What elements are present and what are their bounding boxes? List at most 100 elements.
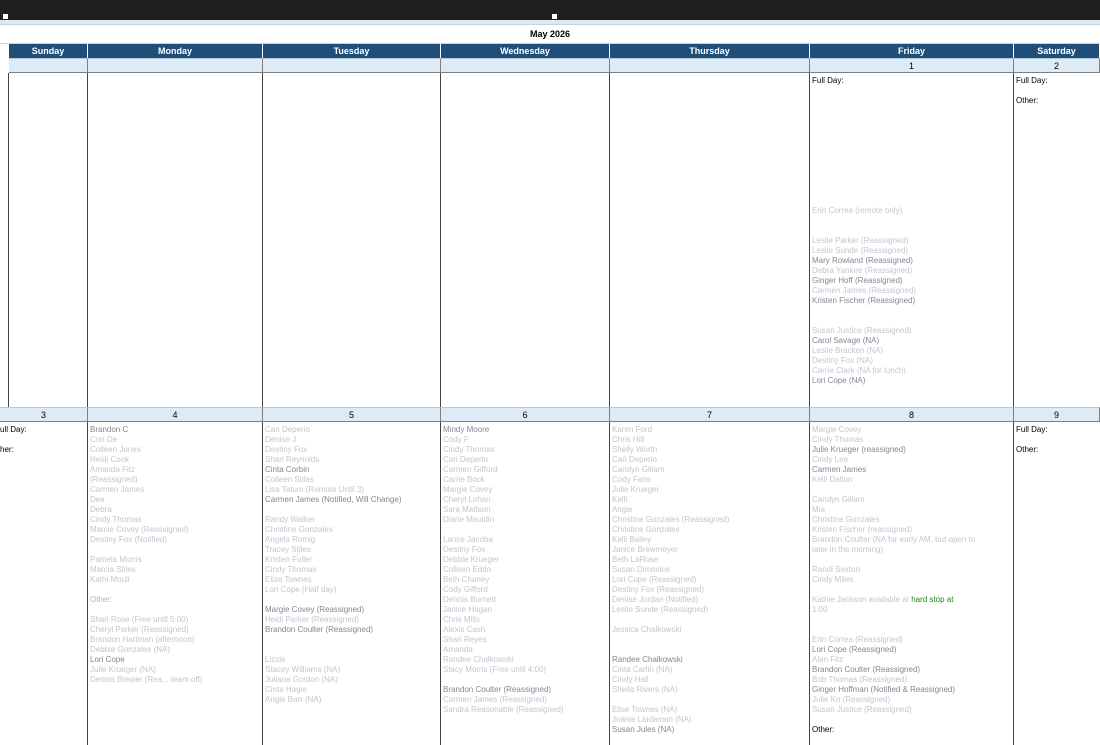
schedule-entry: Kristen Fischer (reassigned) xyxy=(812,525,913,534)
schedule-entry: Kristen Fischer (Reassigned) xyxy=(812,296,916,305)
day-cell-sunday-3[interactable]: ull Day: her: xyxy=(0,422,88,745)
schedule-entry: Beth LaRose xyxy=(612,555,659,564)
schedule-entry: Julie Krueger xyxy=(612,485,660,494)
schedule-entry: Julie Ko (Reassigned) xyxy=(812,695,891,704)
day-number[interactable]: 4 xyxy=(88,407,263,422)
day-number[interactable] xyxy=(88,58,263,73)
schedule-entry: Randy Walker xyxy=(265,515,315,524)
day-cell-wednesday-6[interactable]: Mindy Moore Cody F Cindy Thomas Cari Dep… xyxy=(441,422,610,745)
schedule-entry: Cindy Thomas xyxy=(443,445,495,454)
schedule-entry: Carmen James (Reassigned) xyxy=(812,286,917,295)
schedule-entry: Shari Rose (Free until 5:00) xyxy=(90,615,189,624)
schedule-entry: Lori Cope (Reassigned) xyxy=(812,645,897,654)
day-number[interactable]: 5 xyxy=(263,407,441,422)
day-number[interactable]: 3 xyxy=(0,407,88,422)
schedule-entry: Christine Gonzales xyxy=(265,525,333,534)
day-number[interactable]: 1 xyxy=(810,58,1014,73)
day-number[interactable] xyxy=(9,58,88,73)
day-cell-thursday-7[interactable]: Karen Ford Chris Hill Shelly Worth Cari … xyxy=(610,422,810,745)
schedule-entry: Destiny Fox (NA) xyxy=(812,356,873,365)
window-top-bar xyxy=(0,0,1100,20)
day-cell-saturday-2[interactable]: Full Day: Other: xyxy=(1014,73,1100,407)
weekday-wednesday: Wednesday xyxy=(441,44,610,58)
day-cell-empty[interactable] xyxy=(88,73,263,407)
schedule-entry: Shelly Worth xyxy=(612,445,658,454)
day-number[interactable]: 9 xyxy=(1014,407,1100,422)
day-number[interactable]: 7 xyxy=(610,407,810,422)
spreadsheet-calendar: May 2026 Sunday Monday Tuesday Wednesday… xyxy=(0,20,1100,745)
schedule-entry: Carmen James (Notified, Will Change) xyxy=(265,495,402,504)
full-day-label: ull Day: xyxy=(0,425,27,434)
schedule-entry: Lizzie xyxy=(265,655,286,664)
schedule-entry: Randee Chalkowski xyxy=(443,655,514,664)
schedule-entry: Leslie Sunde (Reassigned) xyxy=(612,605,709,614)
schedule-entry: Denise J xyxy=(265,435,297,444)
schedule-entry: Cindy Lee xyxy=(812,455,849,464)
schedule-entry: Randee Chalkowski xyxy=(612,655,683,664)
schedule-entry: Carmen James xyxy=(90,485,145,494)
schedule-entry: Angela Romig xyxy=(265,535,316,544)
selection-handle[interactable] xyxy=(552,14,557,19)
schedule-entry: Cheryl Lohan xyxy=(443,495,491,504)
schedule-entry: Destiny Fox xyxy=(443,545,486,554)
schedule-entry: Angie xyxy=(612,505,633,514)
schedule-entry: Heidi Cook xyxy=(90,455,130,464)
other-label: Other: xyxy=(1016,445,1039,454)
schedule-entry: Lori Cope (Half day) xyxy=(265,585,337,594)
schedule-entry: Susan Dimovice xyxy=(612,565,670,574)
schedule-entry: Pamela Morris xyxy=(90,555,142,564)
day-cell-monday-4[interactable]: Brandon C Cori De Colleen Jones Heidi Co… xyxy=(88,422,263,745)
schedule-entry: Chris Mills xyxy=(443,615,480,624)
day-number[interactable]: 2 xyxy=(1014,58,1100,73)
other-label: Other: xyxy=(812,725,835,734)
selection-handle[interactable] xyxy=(3,14,8,19)
schedule-entry: Brandon C xyxy=(90,425,129,434)
full-day-label: Full Day: xyxy=(812,76,844,85)
schedule-entry: Carolyn Gillam xyxy=(612,465,665,474)
hard-stop-text: hard stop at xyxy=(911,595,954,604)
day-number[interactable]: 8 xyxy=(810,407,1014,422)
day-number[interactable]: 6 xyxy=(441,407,610,422)
day-cell-friday-8[interactable]: Margie Covey Cindy Thomas Julie Krueger … xyxy=(810,422,1014,745)
schedule-entry: Susan Justice (Reassigned) xyxy=(812,705,912,714)
schedule-entry: Cheryl Parker (Reassigned) xyxy=(90,625,189,634)
week1-day-numbers: 1 2 xyxy=(9,58,1100,73)
schedule-entry: Julie Krueger (NA) xyxy=(90,665,156,674)
schedule-entry: Dea xyxy=(90,495,105,504)
schedule-entry: Ginger Hoffman (Notified & Reassigned) xyxy=(812,685,956,694)
schedule-entry: Lori Cope (Reassigned) xyxy=(612,575,697,584)
schedule-entry: Cody Faris xyxy=(612,475,651,484)
schedule-entry: Colleen Jones xyxy=(90,445,141,454)
schedule-entry: Cindy Thomas xyxy=(812,435,864,444)
weekday-monday: Monday xyxy=(88,44,263,58)
day-cell-empty[interactable] xyxy=(441,73,610,407)
schedule-entry: Cinta Carlin (NA) xyxy=(612,665,673,674)
full-day-label: Full Day: xyxy=(1016,425,1048,434)
schedule-entry: Cari Deperio xyxy=(612,455,657,464)
schedule-entry: Kristen Fuller xyxy=(265,555,313,564)
schedule-entry: Ginger Hoff (Reassigned) xyxy=(812,276,903,285)
day-cell-friday-1[interactable]: Full Day: Erin Correa (remote only) Lesl… xyxy=(810,73,1014,407)
schedule-entry: Sheila Rivers (NA) xyxy=(612,685,678,694)
day-number[interactable] xyxy=(263,58,441,73)
day-cell-saturday-9[interactable]: Full Day: Other: xyxy=(1014,422,1100,745)
schedule-entry: Colleen Stiles xyxy=(265,475,314,484)
schedule-entry: Mindy Moore xyxy=(443,425,490,434)
day-cell-empty[interactable] xyxy=(610,73,810,407)
schedule-entry: Cindy Thomas xyxy=(265,565,317,574)
schedule-entry: Mia xyxy=(812,505,825,514)
schedule-entry: Margie Covey (Reassigned) xyxy=(265,605,365,614)
other-label: Other: xyxy=(90,595,113,604)
day-number[interactable] xyxy=(441,58,610,73)
day-cell-empty[interactable] xyxy=(9,73,88,407)
row-edge xyxy=(0,73,9,407)
day-cell-empty[interactable] xyxy=(263,73,441,407)
schedule-entry: Stacy Morris (Free until 4:00) xyxy=(443,665,547,674)
schedule-entry: Denise Jordan (Notified) xyxy=(612,595,699,604)
day-number[interactable] xyxy=(610,58,810,73)
schedule-entry: Destiny Fox (Reassigned) xyxy=(612,585,705,594)
schedule-entry: Heidi Parker (Reassigned) xyxy=(265,615,359,624)
day-cell-tuesday-5[interactable]: Cari Deperio Denise J Destiny Fox Shari … xyxy=(263,422,441,745)
schedule-entry: Chris Hill xyxy=(612,435,644,444)
schedule-entry: Janice Hagan xyxy=(443,605,492,614)
